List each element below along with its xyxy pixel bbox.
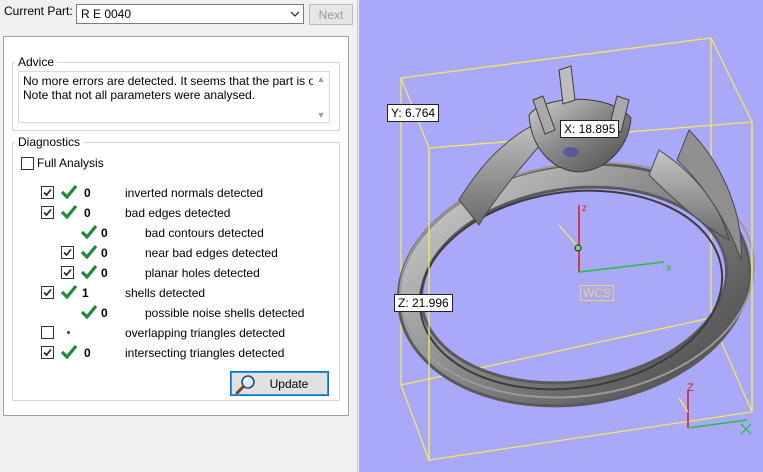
triad-x-axis [687,419,748,429]
inverted-normals-label: inverted normals detected [125,186,264,200]
analysis-panel: Advice No more errors are detected. It s… [3,36,349,416]
intersecting-triangles-checkbox[interactable] [41,346,54,359]
update-button[interactable]: Update [230,371,329,396]
triad-x-marker-icon [740,423,752,435]
shells-count: 1 [82,286,89,300]
current-part-dropdown[interactable]: R E 0040 [76,4,304,24]
advice-textbox[interactable]: No more errors are detected. It seems th… [18,71,330,123]
dimension-z-label: Z: 21.996 [394,294,453,312]
diagnostics-title: Diagnostics [18,135,81,149]
pending-dot-icon [67,331,70,334]
ring-model-render[interactable] [359,0,763,472]
shells-label: shells detected [125,286,206,300]
near-bad-edges-count: 0 [101,246,108,260]
shells-checkbox[interactable] [41,286,54,299]
success-check-icon [60,284,78,300]
success-check-icon [80,304,98,320]
success-check-icon [60,184,78,200]
advice-line-2: Note that not all parameters were analys… [23,88,256,102]
success-check-icon [80,264,98,280]
corner-axis-z-label: Z [687,382,694,394]
full-analysis-checkbox[interactable] [21,157,34,170]
intersecting-triangles-label: intersecting triangles detected [125,346,285,360]
success-check-icon [80,224,98,240]
intersecting-triangles-count: 0 [84,346,91,360]
advice-group: Advice No more errors are detected. It s… [12,55,340,131]
planar-holes-count: 0 [101,266,108,280]
chevron-down-icon[interactable] [287,5,303,23]
planar-holes-checkbox[interactable] [61,266,74,279]
full-analysis-label: Full Analysis [37,156,104,170]
wcs-x-axis [578,261,665,273]
overlapping-triangles-checkbox[interactable] [41,326,54,339]
advice-line-1: No more errors are detected. It seems th… [23,74,325,88]
success-check-icon [60,344,78,360]
inverted-normals-count: 0 [84,186,91,200]
next-button[interactable]: Next [309,4,353,25]
axis-x-label: x [666,262,672,274]
wcs-origin [574,244,582,252]
triad-y-axis [678,397,689,413]
axis-z-label: z [582,203,587,214]
advice-title: Advice [18,55,55,69]
scroll-down-icon[interactable]: ▼ [313,108,329,122]
update-button-label: Update [269,377,309,391]
3d-viewport[interactable]: Y: 6.764 X: 18.895 Z: 21.996 z x WCS Z [359,0,763,472]
dimension-x-label: X: 18.895 [560,120,620,138]
current-part-label: Current Part: [4,4,73,18]
near-bad-edges-label: near bad edges detected [145,246,278,260]
bad-contours-label: bad contours detected [145,226,264,240]
bad-edges-label: bad edges detected [125,206,231,220]
success-check-icon [60,204,78,220]
advice-scrollbar[interactable]: ▲ ▼ [313,72,329,122]
current-part-value: R E 0040 [81,7,132,21]
bad-contours-count: 0 [101,226,108,240]
planar-holes-label: planar holes detected [145,266,260,280]
overlapping-triangles-label: overlapping triangles detected [125,326,286,340]
noise-shells-count: 0 [101,306,108,320]
success-check-icon [80,244,98,260]
wcs-y-axis [558,224,580,249]
wcs-label: WCS [580,285,614,301]
next-button-label: Next [318,7,344,22]
bad-edges-checkbox[interactable] [41,206,54,219]
scroll-up-icon[interactable]: ▲ [313,72,329,86]
noise-shells-label: possible noise shells detected [145,306,305,320]
bad-edges-count: 0 [84,206,91,220]
inverted-normals-checkbox[interactable] [41,186,54,199]
dimension-y-label: Y: 6.764 [387,104,440,122]
near-bad-edges-checkbox[interactable] [61,246,74,259]
left-pane: Current Part: R E 0040 Next Advice No mo… [0,0,358,472]
magnifier-icon [235,375,255,394]
